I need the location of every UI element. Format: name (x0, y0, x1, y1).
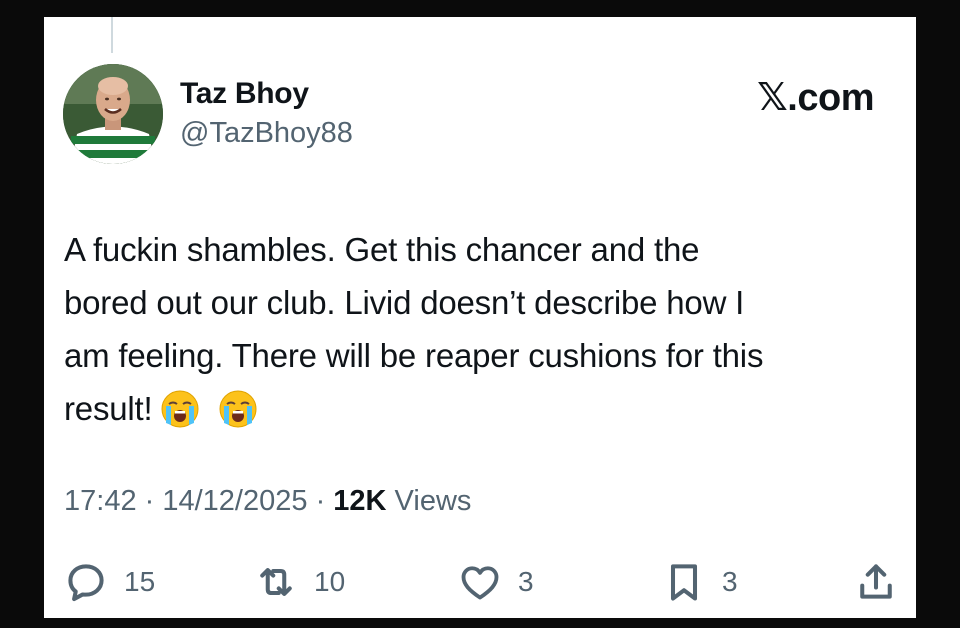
avatar-photo-icon (63, 64, 163, 164)
like-icon (461, 566, 499, 600)
repost-count: 10 (314, 566, 346, 597)
tweet-line: bored out our club. Livid doesn’t descri… (64, 284, 745, 321)
tweet-line-last: result! (64, 382, 894, 435)
tweet-line: am feeling. There will be reaper cushion… (64, 337, 764, 374)
avatar[interactable] (63, 64, 163, 164)
loudly-crying-face-icon (219, 390, 257, 428)
repost-icon (260, 568, 292, 596)
x-logo-icon: 𝕏 (757, 77, 788, 119)
bookmark-icon (670, 564, 698, 601)
loudly-crying-face-icon (161, 390, 199, 428)
like-button[interactable]: 3 (458, 557, 534, 607)
tweet-time[interactable]: 17:42 (64, 485, 137, 517)
reply-icon (68, 564, 104, 602)
repost-button[interactable]: 10 (254, 557, 345, 607)
tweet-action-bar: 15 10 3 3 (64, 557, 894, 607)
tweet-card[interactable]: Taz Bhoy @TazBhoy88 𝕏.com A fuckin shamb… (44, 17, 916, 618)
author-handle[interactable]: @TazBhoy88 (180, 117, 353, 150)
reply-button[interactable]: 15 (64, 557, 155, 607)
like-count: 3 (518, 566, 534, 597)
x-com-watermark: 𝕏.com (757, 75, 874, 120)
tweet-metadata: 17:42 · 14/12/2025 · 12K Views (64, 485, 471, 518)
tweet-line: A fuckin shambles. Get this chancer and … (64, 231, 700, 268)
author-display-name[interactable]: Taz Bhoy (180, 77, 309, 111)
views-label: Views (386, 485, 472, 517)
bookmark-count: 3 (722, 566, 738, 597)
meta-separator: · (136, 485, 163, 517)
tweet-date[interactable]: 14/12/2025 (162, 485, 307, 517)
share-icon (860, 564, 892, 599)
share-button[interactable] (854, 557, 898, 607)
screenshot-frame: Taz Bhoy @TazBhoy88 𝕏.com A fuckin shamb… (0, 0, 960, 628)
tweet-body: A fuckin shambles. Get this chancer and … (64, 223, 894, 435)
meta-separator: · (307, 485, 334, 517)
views-count[interactable]: 12K (333, 485, 386, 517)
brand-domain-suffix: .com (787, 77, 874, 119)
tweet-line: result! (64, 390, 153, 427)
reply-count: 15 (124, 566, 156, 597)
bookmark-button[interactable]: 3 (662, 557, 738, 607)
thread-connector-line (111, 17, 113, 53)
